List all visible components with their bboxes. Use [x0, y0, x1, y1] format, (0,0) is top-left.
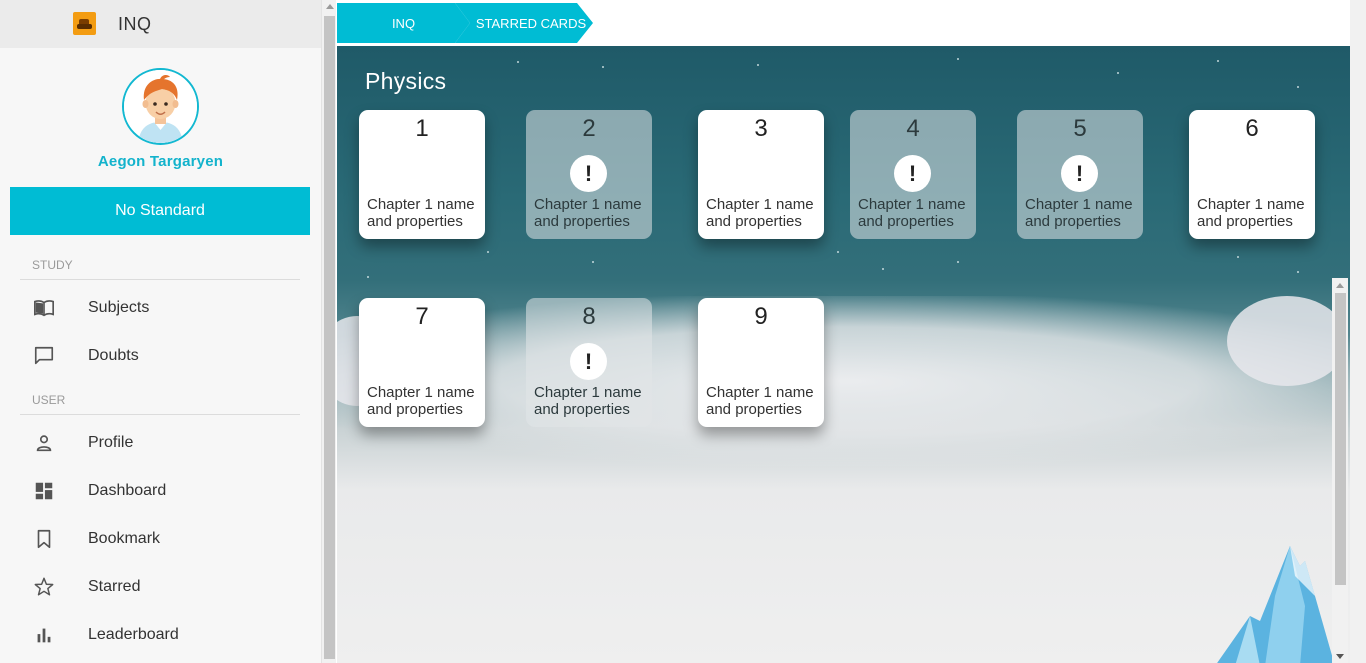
card-number: 5	[1073, 115, 1087, 142]
sidebar-item-label: Doubts	[88, 347, 139, 364]
card-number: 1	[415, 115, 429, 142]
bookmark-icon	[33, 528, 55, 550]
star-icon	[33, 576, 55, 598]
chat-icon	[33, 345, 55, 367]
chapter-card[interactable]: 8! Chapter 1 name and properties	[526, 298, 652, 427]
alert-icon: !	[570, 343, 607, 380]
page-scrollbar[interactable]	[1350, 0, 1366, 663]
scrollbar-thumb[interactable]	[324, 16, 335, 659]
sidebar-item-doubts[interactable]: Doubts	[0, 334, 321, 378]
breadcrumb: INQ STARRED CARDS	[337, 0, 1350, 46]
chapter-card[interactable]: 4! Chapter 1 name and properties	[850, 110, 976, 239]
cards-panel: Physics 1 Chapter 1 name and properties 2!…	[337, 46, 1350, 663]
book-icon	[33, 297, 55, 319]
card-chapter-label: Chapter 1 name and properties	[534, 384, 642, 418]
sidebar-item-leaderboard[interactable]: Leaderboard	[0, 613, 321, 657]
sidebar-item-profile[interactable]: Profile	[0, 421, 321, 465]
card-number: 2	[582, 115, 596, 142]
standard-button[interactable]: No Standard	[10, 187, 310, 235]
sidebar-item-label: Starred	[88, 578, 141, 595]
sidebar-header: INQ	[0, 0, 321, 48]
sidebar-item-dashboard[interactable]: Dashboard	[0, 469, 321, 513]
chapter-card[interactable]: 6 Chapter 1 name and properties	[1189, 110, 1315, 239]
card-number: 8	[582, 303, 596, 330]
chapter-card[interactable]: 5! Chapter 1 name and properties	[1017, 110, 1143, 239]
chapter-card[interactable]: 3 Chapter 1 name and properties	[698, 110, 824, 239]
sidebar-item-label: Subjects	[88, 299, 150, 316]
chapter-card[interactable]: 9 Chapter 1 name and properties	[698, 298, 824, 427]
sidebar-item-label: Profile	[88, 434, 134, 451]
card-number: 3	[754, 115, 768, 142]
scroll-up-icon[interactable]	[1336, 283, 1344, 288]
card-number: 6	[1245, 115, 1259, 142]
bar-chart-icon	[33, 624, 55, 646]
alert-icon: !	[570, 155, 607, 192]
divider	[20, 414, 300, 415]
user-name: Aegon Targaryen	[97, 153, 224, 170]
sidebar-scrollbar[interactable]	[321, 0, 336, 663]
subject-title: Physics	[365, 68, 447, 94]
chapter-card[interactable]: 7 Chapter 1 name and properties	[359, 298, 485, 427]
card-chapter-label: Chapter 1 name and properties	[367, 384, 475, 418]
sidebar-item-subjects[interactable]: Subjects	[0, 286, 321, 330]
avatar[interactable]	[122, 68, 199, 145]
section-label-user: USER	[32, 393, 66, 407]
card-number: 7	[415, 303, 429, 330]
card-chapter-label: Chapter 1 name and properties	[367, 196, 475, 230]
card-chapter-label: Chapter 1 name and properties	[1025, 196, 1133, 230]
sidebar-item-label: Bookmark	[88, 530, 161, 547]
card-number: 4	[906, 115, 920, 142]
alert-icon: !	[894, 155, 931, 192]
section-label-study: STUDY	[32, 258, 73, 272]
sidebar-item-label: Leaderboard	[88, 626, 179, 643]
chapter-card[interactable]: 1 Chapter 1 name and properties	[359, 110, 485, 239]
breadcrumb-starred-cards[interactable]: STARRED CARDS	[455, 3, 593, 43]
card-chapter-label: Chapter 1 name and properties	[706, 196, 814, 230]
sidebar: INQ Aegon Targaryen No Standard STUDY Su…	[0, 0, 321, 663]
scroll-down-icon[interactable]	[1336, 654, 1344, 659]
sidebar-item-bookmark[interactable]: Bookmark	[0, 517, 321, 561]
app-title: INQ	[118, 14, 152, 34]
content-scrollbar[interactable]	[1332, 278, 1348, 663]
person-icon	[33, 432, 55, 454]
dashboard-icon	[33, 480, 55, 502]
app-logo-icon[interactable]	[73, 12, 96, 35]
mountain-illustration	[1217, 546, 1335, 663]
card-chapter-label: Chapter 1 name and properties	[858, 196, 966, 230]
alert-icon: !	[1061, 155, 1098, 192]
fog-decoration	[337, 296, 1350, 466]
divider	[20, 279, 300, 280]
chapter-card[interactable]: 2! Chapter 1 name and properties	[526, 110, 652, 239]
breadcrumb-inq[interactable]: INQ	[337, 3, 470, 43]
card-chapter-label: Chapter 1 name and properties	[1197, 196, 1305, 230]
sidebar-item-starred[interactable]: Starred	[0, 565, 321, 609]
sidebar-item-label: Dashboard	[88, 482, 167, 499]
card-chapter-label: Chapter 1 name and properties	[706, 384, 814, 418]
cloud-decoration	[1227, 296, 1347, 386]
scrollbar-thumb[interactable]	[1335, 293, 1346, 585]
scroll-up-icon[interactable]	[326, 4, 334, 9]
card-number: 9	[754, 303, 768, 330]
card-chapter-label: Chapter 1 name and properties	[534, 196, 642, 230]
